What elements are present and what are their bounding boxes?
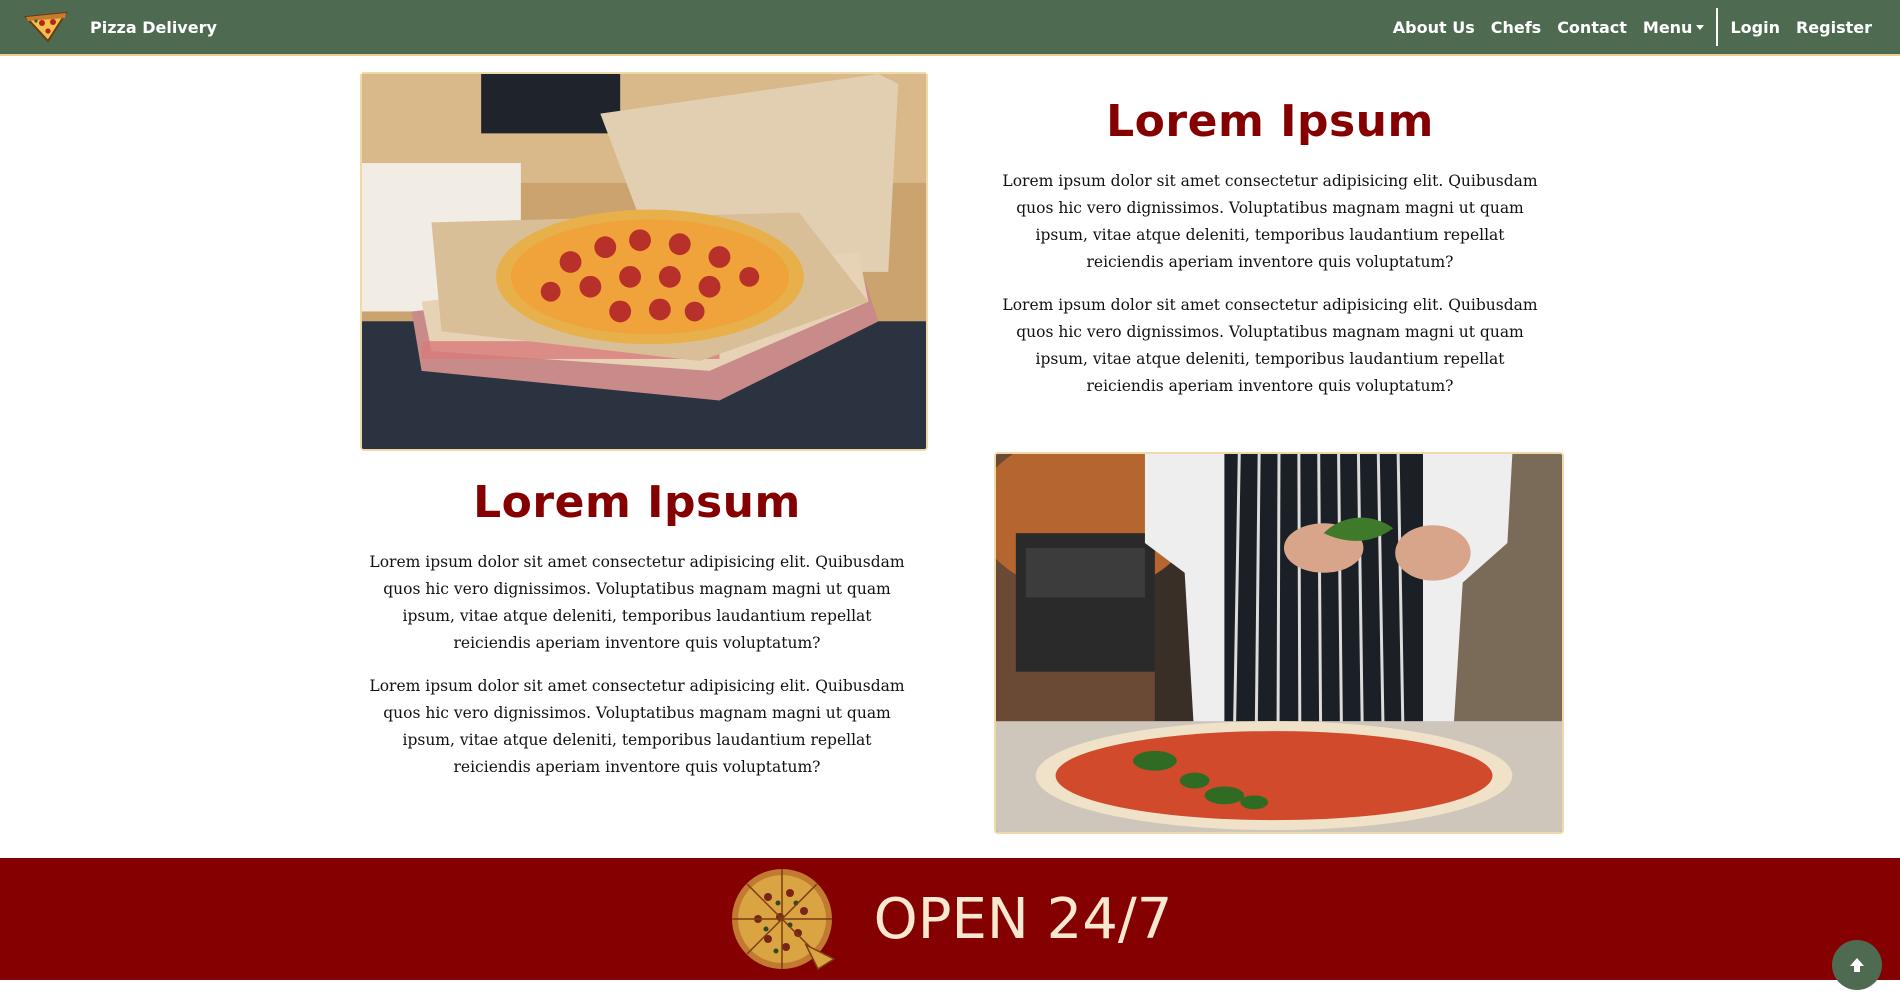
pizza-slice-icon	[23, 11, 68, 43]
nav-login-link[interactable]: Login	[1722, 18, 1788, 37]
nav-menu-dropdown[interactable]: Menu	[1635, 18, 1713, 37]
whole-pizza-icon	[731, 869, 836, 971]
brand-link[interactable]: Pizza Delivery	[22, 9, 217, 45]
section-1-paragraph-2: Lorem ipsum dolor sit amet consectetur a…	[1002, 296, 1538, 395]
section-1-heading: Lorem Ipsum	[1106, 96, 1434, 147]
section-1-text: Lorem Ipsum Lorem ipsum dolor sit amet c…	[1000, 94, 1540, 416]
brand-name: Pizza Delivery	[90, 17, 217, 37]
caret-down-icon	[1696, 24, 1705, 30]
section-2-heading: Lorem Ipsum	[473, 477, 801, 528]
nav-menu-label: Menu	[1642, 17, 1693, 37]
nav-divider	[1716, 8, 1719, 46]
nav-chefs-link[interactable]: Chefs	[1483, 18, 1549, 37]
open-banner-text: OPEN 24/7	[873, 886, 1173, 952]
chef-pizza-photo	[994, 452, 1564, 834]
section-2-paragraph-2: Lorem ipsum dolor sit amet consectetur a…	[369, 677, 905, 776]
nav-links: About Us Chefs Contact Menu Login Regist…	[1385, 0, 1880, 54]
nav-register-link[interactable]: Register	[1788, 18, 1880, 37]
nav-about-link[interactable]: About Us	[1385, 18, 1483, 37]
nav-contact-link[interactable]: Contact	[1549, 18, 1635, 37]
scroll-top-button[interactable]	[1832, 940, 1882, 990]
arrow-up-icon	[1850, 958, 1864, 972]
open-banner: OPEN 24/7	[0, 858, 1900, 980]
section-2-text: Lorem Ipsum Lorem ipsum dolor sit amet c…	[367, 475, 907, 797]
navbar: Pizza Delivery About Us Chefs Contact Me…	[0, 0, 1900, 56]
section-2-paragraph-1: Lorem ipsum dolor sit amet consectetur a…	[369, 553, 905, 652]
section-1-paragraph-1: Lorem ipsum dolor sit amet consectetur a…	[1002, 172, 1538, 271]
pizza-box-photo	[360, 72, 928, 451]
